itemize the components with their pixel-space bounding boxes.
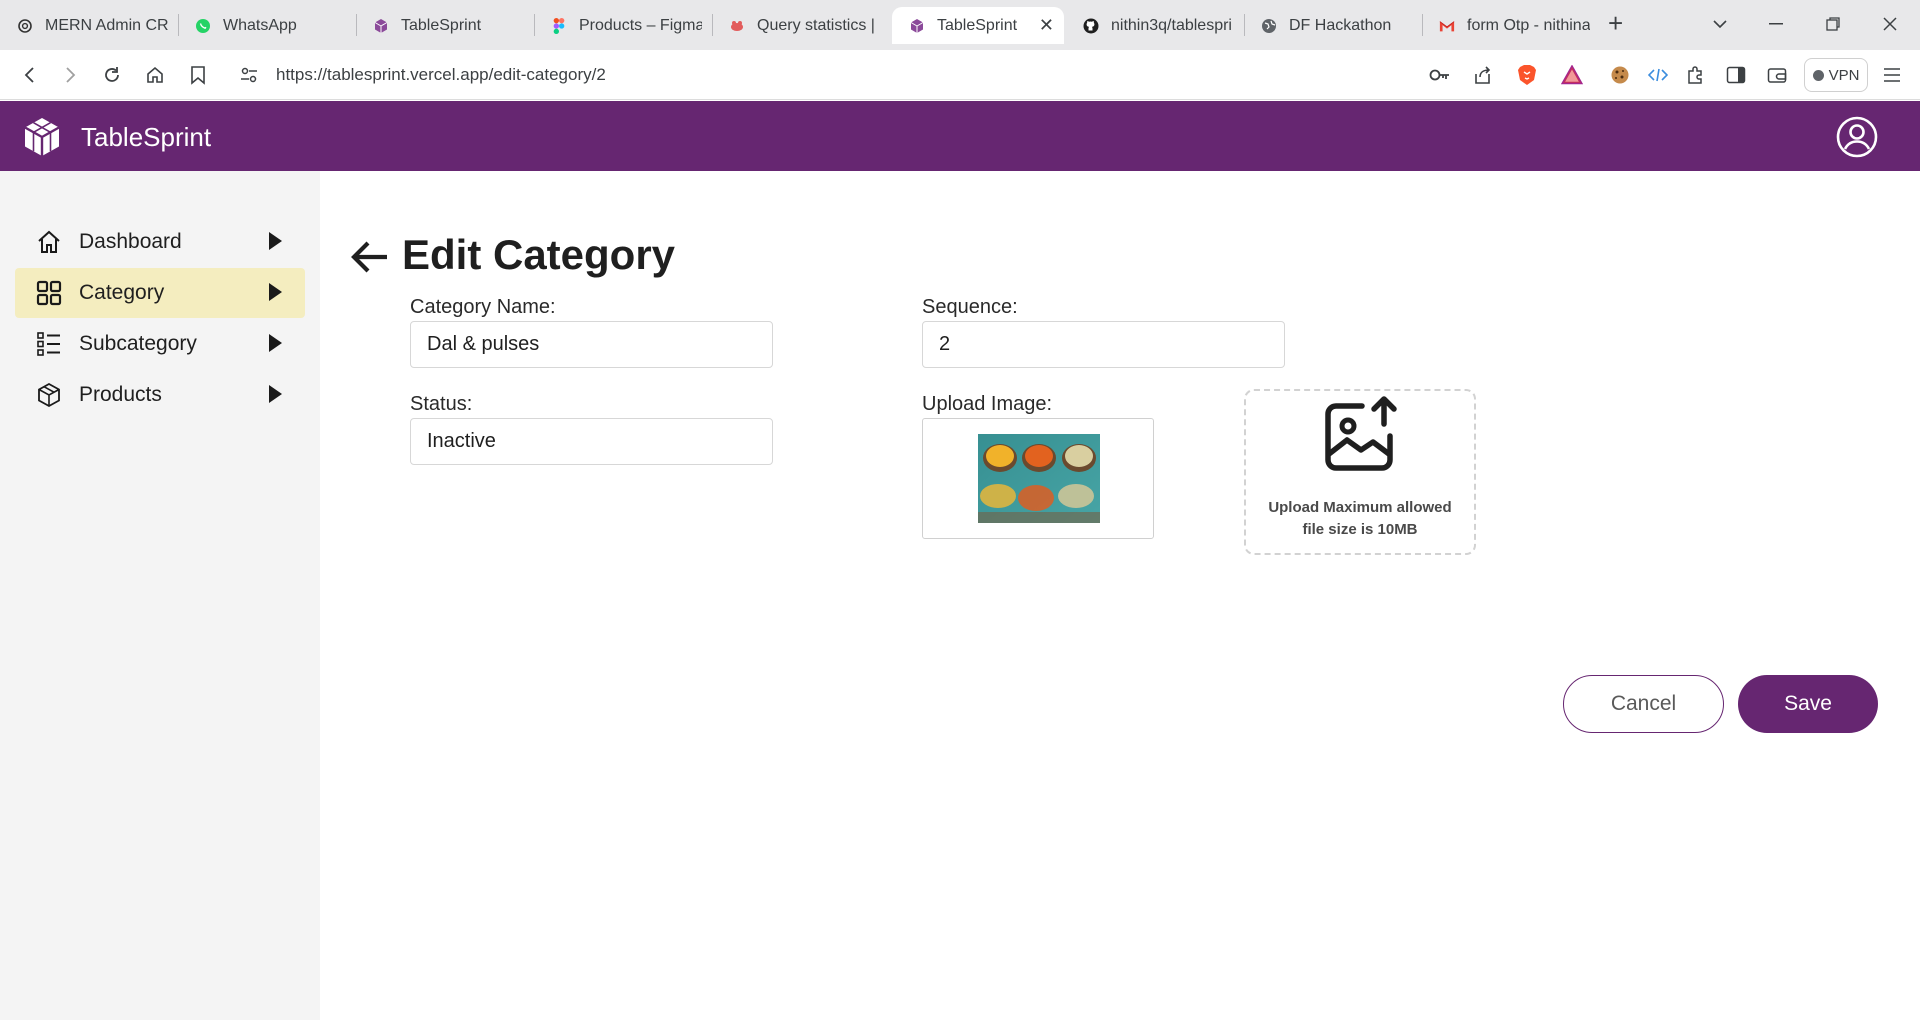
status-select[interactable]: Inactive xyxy=(410,418,773,465)
tab-title: DF Hackathon xyxy=(1289,16,1392,34)
tab-title: TableSprint xyxy=(937,16,1018,34)
caret-right-icon xyxy=(269,334,282,352)
image-upload-icon xyxy=(1318,394,1404,480)
upload-image-label: Upload Image: xyxy=(922,393,1053,415)
sidebar-item-label: Subcategory xyxy=(79,332,197,355)
tab-title: WhatsApp xyxy=(223,16,297,34)
tablesprint-icon xyxy=(909,18,925,34)
figma-icon xyxy=(551,17,567,34)
sidebar-item-category[interactable]: Category xyxy=(15,268,305,318)
wallet-icon[interactable] xyxy=(1765,63,1789,87)
caret-right-icon xyxy=(269,283,282,301)
menu-icon[interactable] xyxy=(1880,63,1904,87)
code-extension-icon[interactable] xyxy=(1646,63,1670,87)
password-key-icon[interactable] xyxy=(1428,63,1452,87)
back-icon[interactable] xyxy=(18,63,42,87)
sidebar-item-subcategory[interactable]: Subcategory xyxy=(15,319,305,369)
brave-shield-icon[interactable] xyxy=(1515,63,1539,87)
sidebar-item-label: Category xyxy=(79,281,165,304)
user-profile-icon[interactable] xyxy=(1836,116,1878,158)
browser-tab[interactable]: nithin3q/tablespri xyxy=(1066,7,1244,44)
back-arrow-icon[interactable] xyxy=(350,239,390,275)
sequence-input[interactable]: 2 xyxy=(922,321,1285,368)
browser-tab[interactable]: form Otp - nithina xyxy=(1422,7,1600,44)
browser-tab[interactable]: MERN Admin CRU xyxy=(0,7,178,44)
sequence-label: Sequence: xyxy=(922,296,1018,318)
browser-tab[interactable]: WhatsApp xyxy=(178,7,356,44)
tab-title: form Otp - nithina xyxy=(1467,16,1590,34)
brand-name: TableSprint xyxy=(81,122,212,152)
restore-icon[interactable] xyxy=(1813,8,1853,40)
browser-tab[interactable]: TableSprint xyxy=(356,7,534,44)
sidebar-toggle-icon[interactable] xyxy=(1724,63,1748,87)
tablesprint-logo-icon[interactable] xyxy=(20,115,64,159)
sidebar: Dashboard Category Subcategory Products xyxy=(0,171,320,1020)
share-icon[interactable] xyxy=(1471,63,1495,87)
vpn-label: VPN xyxy=(1828,66,1860,84)
close-tab-icon[interactable]: ✕ xyxy=(1039,16,1054,34)
save-button[interactable]: Save xyxy=(1738,675,1878,733)
sidebar-item-dashboard[interactable]: Dashboard xyxy=(15,217,305,267)
github-icon xyxy=(1083,18,1099,34)
browser-tab-active[interactable]: TableSprint ✕ xyxy=(892,7,1064,44)
tablesprint-icon xyxy=(373,18,389,34)
gmail-icon xyxy=(1439,18,1455,34)
sidebar-item-label: Products xyxy=(79,383,162,406)
tab-title: Query statistics | r xyxy=(757,16,880,34)
bookmark-icon[interactable] xyxy=(186,63,210,87)
caret-right-icon xyxy=(269,232,282,250)
new-tab-icon[interactable]: + xyxy=(1608,10,1623,36)
site-settings-icon[interactable] xyxy=(240,66,258,84)
supabase-icon xyxy=(729,18,745,34)
sidebar-item-products[interactable]: Products xyxy=(15,370,305,420)
forward-icon[interactable] xyxy=(58,63,82,87)
upload-hint-text: Upload Maximum allowed file size is 10MB xyxy=(1268,499,1452,538)
globe-icon xyxy=(1261,18,1277,34)
tab-title: Products – Figma xyxy=(579,16,702,34)
home-icon[interactable] xyxy=(143,63,167,87)
app-header: TableSprint xyxy=(0,101,1920,171)
main-content: Edit Category Category Name: Dal & pulse… xyxy=(320,171,1920,1020)
browser-toolbar: https://tablesprint.vercel.app/edit-cate… xyxy=(0,50,1920,100)
cancel-button[interactable]: Cancel xyxy=(1563,675,1724,733)
vpn-status-dot xyxy=(1812,69,1824,81)
tab-title: MERN Admin CRU xyxy=(45,16,168,34)
tab-title: TableSprint xyxy=(401,16,482,34)
grid-icon xyxy=(36,280,62,306)
extensions-puzzle-icon[interactable] xyxy=(1684,63,1708,87)
box-icon xyxy=(36,382,62,408)
sidebar-item-label: Dashboard xyxy=(79,230,182,253)
browser-tab[interactable]: DF Hackathon xyxy=(1244,7,1422,44)
address-bar[interactable]: https://tablesprint.vercel.app/edit-cate… xyxy=(230,56,1380,94)
browser-tab-bar: MERN Admin CRU WhatsApp TableSprint Prod… xyxy=(0,0,1920,50)
close-window-icon[interactable] xyxy=(1870,8,1910,40)
caret-right-icon xyxy=(269,385,282,403)
brave-rewards-icon[interactable] xyxy=(1560,63,1584,87)
chatgpt-icon xyxy=(17,18,33,34)
url-text: https://tablesprint.vercel.app/edit-cate… xyxy=(276,65,606,84)
whatsapp-icon xyxy=(195,18,211,34)
category-name-input[interactable]: Dal & pulses xyxy=(410,321,773,368)
image-upload-dropzone[interactable]: Upload Maximum allowed file size is 10MB xyxy=(1244,389,1476,555)
home-icon xyxy=(36,229,62,255)
browser-tab[interactable]: Products – Figma xyxy=(534,7,712,44)
cookie-extension-icon[interactable] xyxy=(1608,63,1632,87)
browser-tab[interactable]: Query statistics | r xyxy=(712,7,890,44)
category-name-label: Category Name: xyxy=(410,296,556,318)
tab-list-chevron-icon[interactable] xyxy=(1700,8,1740,40)
list-icon xyxy=(36,331,62,357)
page-title: Edit Category xyxy=(402,231,676,278)
minimize-icon[interactable] xyxy=(1756,8,1796,40)
status-label: Status: xyxy=(410,393,473,415)
tab-title: nithin3q/tablespri xyxy=(1111,16,1232,34)
reload-icon[interactable] xyxy=(100,63,124,87)
vpn-button[interactable]: VPN xyxy=(1804,58,1868,92)
category-thumbnail xyxy=(978,434,1100,523)
image-preview xyxy=(922,418,1154,539)
